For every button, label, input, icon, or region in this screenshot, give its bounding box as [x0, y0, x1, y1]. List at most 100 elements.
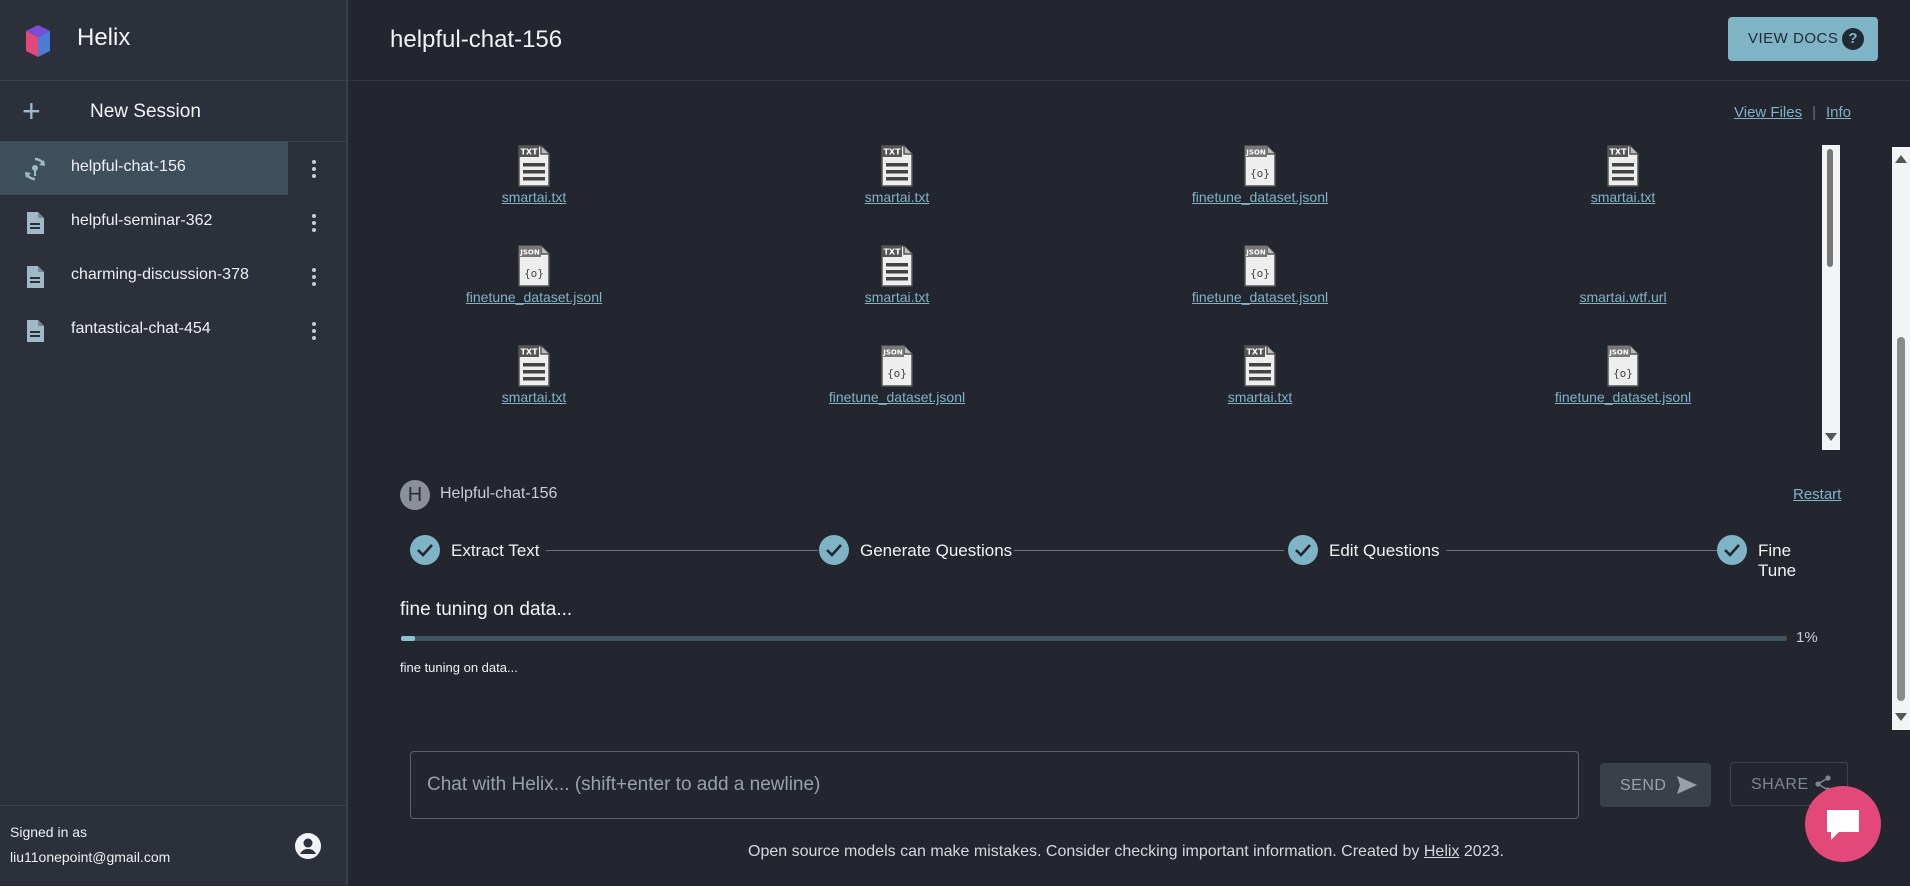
file-name: smartai.txt — [864, 189, 930, 205]
stepper: Extract Text Generate Questions Edit Que… — [410, 534, 1832, 580]
share-label: SHARE — [1751, 776, 1809, 793]
session-item-charming-discussion-378[interactable]: charming-discussion-378 — [0, 249, 346, 303]
session-item-helpful-seminar-362[interactable]: helpful-seminar-362 — [0, 195, 346, 249]
svg-text:{o}: {o} — [887, 367, 907, 380]
file-item[interactable]: TXT smartai.txt — [384, 145, 684, 205]
send-label: SEND — [1620, 777, 1667, 794]
txt-file-icon: TXT — [518, 345, 550, 387]
json-file-icon: JSON {o} — [1244, 245, 1276, 287]
svg-text:TXT: TXT — [1246, 348, 1264, 357]
file-item[interactable]: TXT smartai.txt — [384, 345, 684, 405]
txt-file-icon: TXT — [881, 245, 913, 287]
progress-bar — [401, 636, 1787, 641]
session-menu-icon[interactable] — [306, 265, 322, 287]
svg-text:{o}: {o} — [524, 267, 544, 280]
session-menu-icon[interactable] — [306, 157, 322, 179]
chat-input[interactable] — [410, 751, 1579, 819]
account-circle-icon[interactable] — [294, 832, 322, 860]
session-name: Helpful-chat-156 — [440, 485, 558, 502]
txt-file-icon: TXT — [518, 145, 550, 187]
progress-fill — [401, 636, 415, 641]
svg-text:TXT: TXT — [520, 348, 538, 357]
session-label: helpful-chat-156 — [71, 158, 186, 175]
file-name: finetune_dataset.jsonl — [1554, 389, 1692, 405]
footer-year: 2023. — [1463, 843, 1504, 860]
file-item[interactable]: JSON {o} finetune_dataset.jsonl — [1110, 145, 1410, 205]
page-scrollbar[interactable] — [1892, 147, 1910, 730]
session-label: charming-discussion-378 — [71, 266, 249, 283]
session-item-helpful-chat-156[interactable]: helpful-chat-156 — [0, 141, 346, 195]
scroll-down-arrow-icon[interactable] — [1825, 433, 1837, 441]
status-detail: fine tuning on data... — [400, 660, 518, 675]
new-session-label: New Session — [90, 101, 201, 122]
file-links: View Files | Info — [1734, 104, 1851, 121]
svg-text:TXT: TXT — [520, 148, 538, 157]
fine-tune-icon — [24, 157, 46, 181]
svg-text:JSON: JSON — [1608, 349, 1629, 357]
file-item[interactable]: JSON {o} finetune_dataset.jsonl — [1473, 345, 1773, 405]
file-item[interactable]: TXT smartai.txt — [747, 245, 1047, 305]
progress-percent: 1% — [1796, 629, 1818, 646]
svg-text:{o}: {o} — [1250, 267, 1270, 280]
header: helpful-chat-156 VIEW DOCS ? — [348, 0, 1910, 81]
footer-text: Open source models can make mistakes. Co… — [748, 843, 1420, 860]
restart-link[interactable]: Restart — [1793, 486, 1841, 503]
step-connector — [1446, 550, 1720, 551]
page-scrollbar-thumb[interactable] — [1897, 337, 1905, 701]
check-icon — [819, 535, 849, 565]
document-icon — [27, 320, 44, 342]
svg-text:TXT: TXT — [883, 248, 901, 257]
helix-link[interactable]: Helix — [1424, 843, 1460, 860]
step-generate-questions: Generate Questions — [860, 541, 1013, 560]
user-email: liu11onepoint@gmail.com — [10, 849, 171, 865]
avatar: H — [400, 480, 430, 510]
session-menu-icon[interactable] — [306, 319, 322, 341]
sidebar: Helix + New Session helpful-chat-156 hel… — [0, 0, 348, 885]
svg-text:JSON: JSON — [882, 349, 903, 357]
file-item[interactable]: JSON {o} finetune_dataset.jsonl — [384, 245, 684, 305]
chat-bubble-icon — [1827, 810, 1859, 840]
send-button[interactable]: SEND — [1600, 763, 1711, 807]
step-extract-text: Extract Text — [451, 541, 540, 560]
file-item[interactable]: TXT smartai.txt — [1110, 345, 1410, 405]
file-icon — [1607, 245, 1639, 287]
document-icon — [27, 266, 44, 288]
view-docs-button[interactable]: VIEW DOCS ? — [1728, 17, 1878, 61]
txt-file-icon: TXT — [881, 145, 913, 187]
json-file-icon: JSON {o} — [518, 245, 550, 287]
txt-file-icon: TXT — [1244, 345, 1276, 387]
link-separator: | — [1812, 104, 1816, 121]
files-grid: TXT smartai.txt TXT smartai.txt JSON {o} finet… — [384, 145, 1824, 450]
session-label: helpful-seminar-362 — [71, 212, 213, 229]
file-name: finetune_dataset.jsonl — [465, 289, 603, 305]
svg-text:TXT: TXT — [883, 148, 901, 157]
file-item[interactable]: JSON {o} finetune_dataset.jsonl — [1110, 245, 1410, 305]
chat-support-button[interactable] — [1805, 786, 1881, 862]
files-scrollbar-thumb[interactable] — [1827, 149, 1833, 267]
file-item[interactable]: TXT smartai.txt — [747, 145, 1047, 205]
file-name: finetune_dataset.jsonl — [1191, 289, 1329, 305]
brand: Helix — [0, 0, 346, 81]
svg-text:TXT: TXT — [1609, 148, 1627, 157]
file-item[interactable]: JSON {o} finetune_dataset.jsonl — [747, 345, 1047, 405]
file-name: finetune_dataset.jsonl — [828, 389, 966, 405]
file-name: finetune_dataset.jsonl — [1191, 189, 1329, 205]
svg-text:JSON: JSON — [519, 249, 540, 257]
file-name: smartai.txt — [1590, 189, 1656, 205]
file-item[interactable]: TXT smartai.txt — [1473, 145, 1773, 205]
session-item-fantastical-chat-454[interactable]: fantastical-chat-454 — [0, 303, 346, 357]
signed-in-label: Signed in as — [10, 824, 88, 840]
scroll-up-arrow-icon[interactable] — [1895, 155, 1907, 163]
scroll-down-arrow-icon[interactable] — [1895, 713, 1907, 721]
new-session-button[interactable]: + New Session — [0, 81, 346, 142]
svg-text:{o}: {o} — [1250, 167, 1270, 180]
json-file-icon: JSON {o} — [1607, 345, 1639, 387]
file-name: smartai.txt — [864, 289, 930, 305]
info-link[interactable]: Info — [1826, 104, 1851, 121]
file-item[interactable]: smartai.wtf.url — [1473, 245, 1773, 305]
session-menu-icon[interactable] — [306, 211, 322, 233]
view-files-link[interactable]: View Files — [1734, 104, 1802, 121]
session-label: fantastical-chat-454 — [71, 320, 211, 337]
files-scrollbar[interactable] — [1822, 145, 1840, 450]
step-fine-tune: Fine Tune — [1758, 541, 1797, 580]
